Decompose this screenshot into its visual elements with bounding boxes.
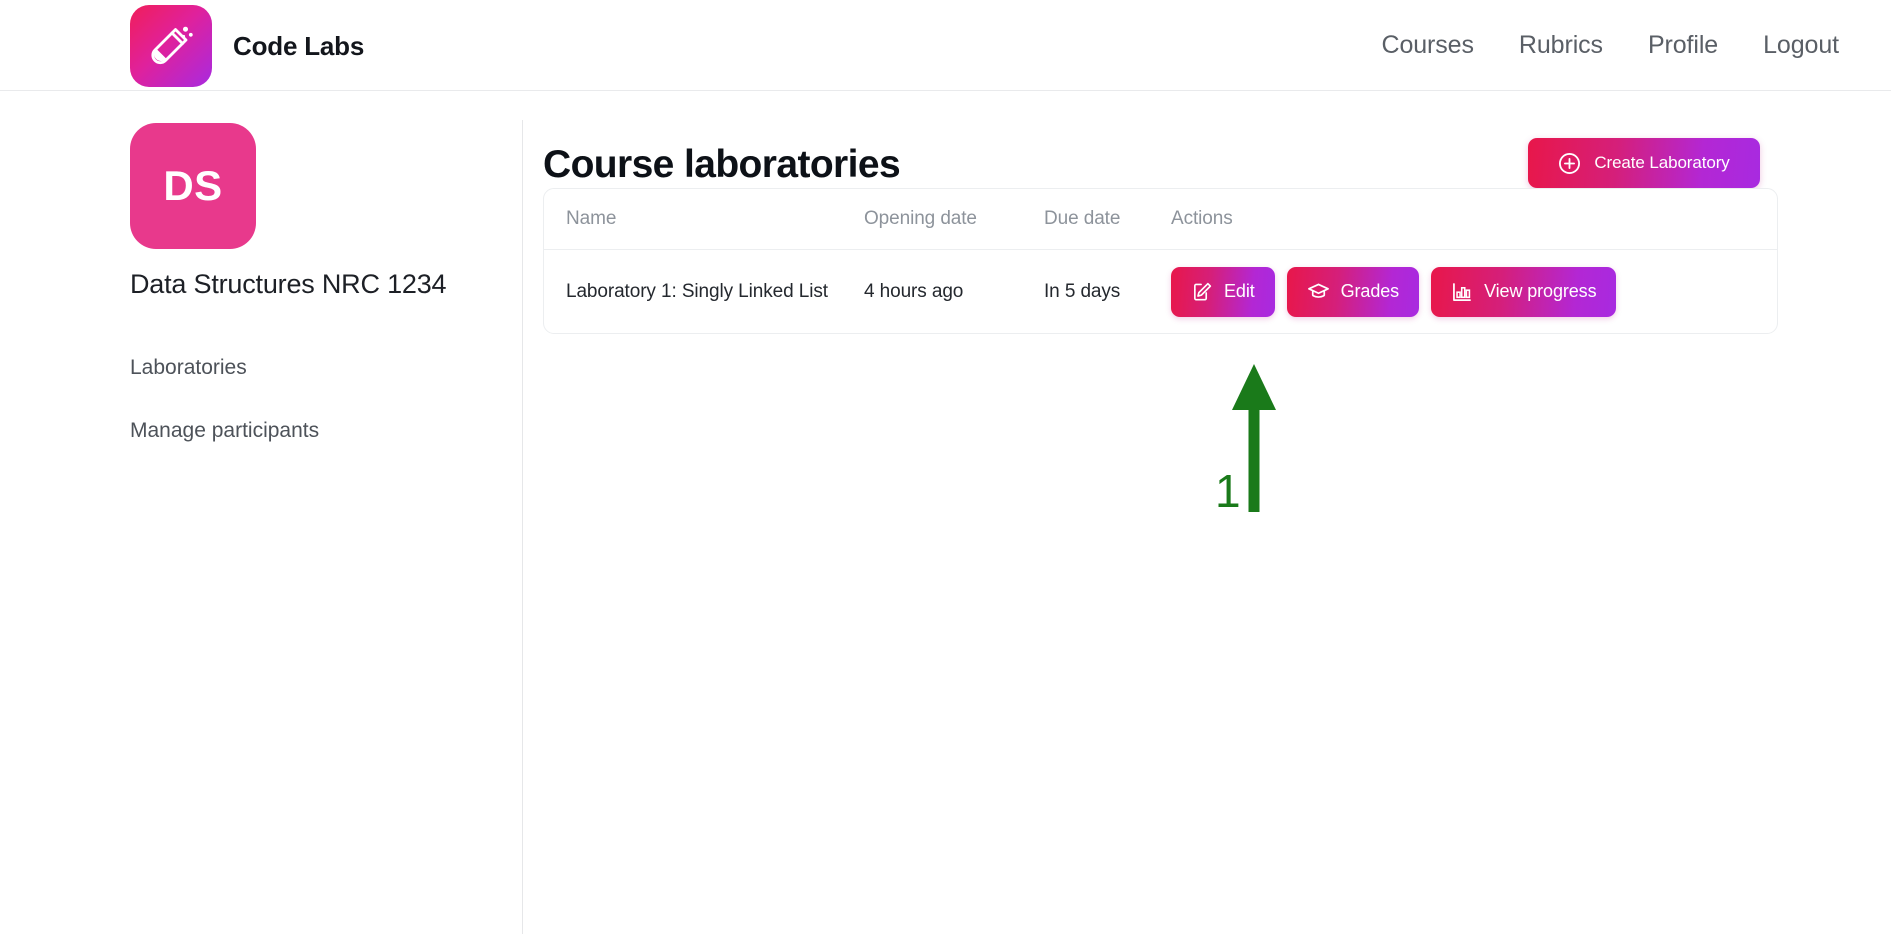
brand-name: Code Labs — [233, 30, 365, 61]
table-row: Laboratory 1: Singly Linked List 4 hours… — [544, 250, 1777, 333]
lab-actions: Edit Grades View progress — [1171, 266, 1777, 317]
lab-due-date: In 5 days — [1044, 280, 1121, 302]
view-progress-button[interactable]: View progress — [1431, 266, 1617, 317]
grades-button-label: Grades — [1340, 281, 1400, 301]
nav-item-rubrics[interactable]: Rubrics — [1519, 31, 1603, 60]
edit-button-label: Edit — [1224, 281, 1255, 301]
test-tube-icon — [130, 5, 212, 87]
graduation-cap-icon — [1307, 280, 1330, 303]
page-title: Course laboratories — [543, 143, 901, 186]
column-header-opening-date: Opening date — [864, 208, 977, 229]
column-header-actions: Actions — [1171, 208, 1233, 229]
create-laboratory-label: Create Laboratory — [1594, 153, 1730, 172]
brand[interactable]: Code Labs — [130, 5, 364, 87]
main-navigation: Courses Rubrics Profile Logout — [1382, 0, 1840, 91]
top-header: Code Labs Courses Rubrics Profile Logout — [0, 0, 1891, 91]
view-progress-button-label: View progress — [1484, 281, 1597, 301]
sidebar-navigation: Laboratories Manage participants — [130, 336, 319, 462]
laboratories-table: Name Opening date Due date Actions Labor… — [543, 188, 1778, 334]
lab-opening-date: 4 hours ago — [864, 280, 964, 302]
course-title: Data Structures NRC 1234 — [130, 269, 447, 299]
main-content: Course laboratories Create Laboratory Na… — [523, 91, 1891, 934]
pencil-square-icon — [1191, 281, 1213, 303]
column-header-due-date: Due date — [1044, 208, 1121, 229]
table-header-row: Name Opening date Due date Actions — [544, 189, 1777, 250]
edit-button[interactable]: Edit — [1171, 266, 1275, 317]
nav-item-courses[interactable]: Courses — [1382, 31, 1475, 60]
bar-chart-icon — [1451, 281, 1473, 303]
create-laboratory-button[interactable]: Create Laboratory — [1528, 138, 1760, 188]
nav-item-logout[interactable]: Logout — [1763, 31, 1839, 60]
grades-button[interactable]: Grades — [1286, 266, 1420, 317]
course-sidebar: DS Data Structures NRC 1234 Laboratories… — [0, 91, 522, 934]
course-avatar-initials: DS — [163, 162, 223, 209]
lab-name: Laboratory 1: Singly Linked List — [566, 280, 828, 302]
sidebar-item-laboratories[interactable]: Laboratories — [130, 336, 319, 399]
column-header-name: Name — [566, 208, 617, 229]
nav-item-profile[interactable]: Profile — [1648, 31, 1718, 60]
plus-circle-icon — [1558, 152, 1581, 175]
course-avatar: DS — [130, 123, 256, 249]
sidebar-item-manage-participants[interactable]: Manage participants — [130, 399, 319, 462]
